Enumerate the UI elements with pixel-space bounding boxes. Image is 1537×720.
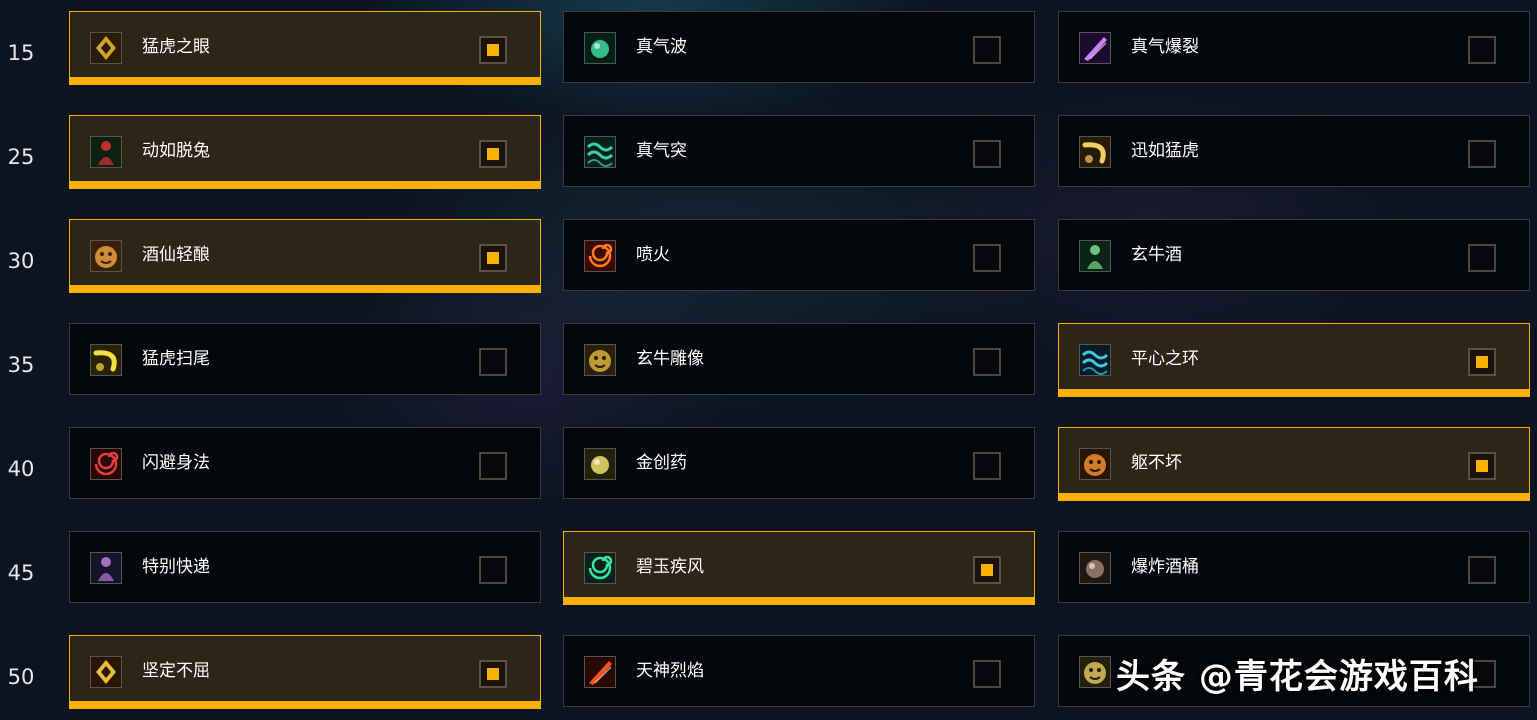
talent-checkbox-checked[interactable]	[973, 556, 1001, 584]
watermark-text: 头条 @青花会游戏百科	[1116, 657, 1479, 697]
talent-option[interactable]: 酒仙轻酿	[69, 219, 541, 293]
talent-checkbox[interactable]	[1468, 244, 1496, 272]
talent-name: 玄牛雕像	[636, 349, 704, 369]
talent-option[interactable]: 真气突	[563, 115, 1035, 187]
talent-name: 真气爆裂	[1131, 37, 1199, 57]
blackout-combo-icon	[1079, 656, 1111, 688]
talent-name: 喷火	[636, 245, 670, 265]
exploding-keg-icon	[1079, 552, 1111, 584]
talent-checkbox-checked[interactable]	[479, 660, 507, 688]
talent-checkbox-checked[interactable]	[479, 36, 507, 64]
talent-option[interactable]: 平心之环	[1058, 323, 1530, 397]
talent-checkbox[interactable]	[1468, 140, 1496, 168]
healing-elixir-icon	[584, 448, 616, 480]
row-level-label: 40	[7, 457, 35, 481]
talent-option[interactable]: 特别快递	[69, 531, 541, 603]
row-level-label: 25	[7, 145, 35, 169]
row-level-label: 45	[7, 561, 35, 585]
talent-name: 金创药	[636, 453, 687, 473]
talent-checkbox[interactable]	[479, 348, 507, 376]
talent-checkbox[interactable]	[973, 348, 1001, 376]
talent-checkbox[interactable]	[973, 140, 1001, 168]
bob-and-weave-icon	[90, 448, 122, 480]
talent-option[interactable]: 猛虎扫尾	[69, 323, 541, 395]
tiger-eye-icon	[90, 32, 122, 64]
talent-row-25: 25 动如脱兔 真气突 迅如猛虎	[0, 115, 1537, 190]
talent-option[interactable]: 玄牛雕像	[563, 323, 1035, 395]
talent-name: 猛虎扫尾	[142, 349, 210, 369]
chi-torpedo-icon	[584, 136, 616, 168]
black-ox-statue-icon	[584, 344, 616, 376]
ring-of-peace-icon	[1079, 344, 1111, 376]
talent-row-30: 30 酒仙轻酿 喷火 玄牛酒	[0, 219, 1537, 294]
talent-checkbox-checked[interactable]	[1468, 348, 1496, 376]
rushing-jade-wind-icon	[584, 552, 616, 584]
talent-name: 玄牛酒	[1131, 245, 1182, 265]
talent-option[interactable]: 碧玉疾风	[563, 531, 1035, 605]
talent-checkbox[interactable]	[1468, 36, 1496, 64]
talent-checkbox[interactable]	[973, 36, 1001, 64]
talent-checkbox[interactable]	[973, 244, 1001, 272]
talent-name: 真气波	[636, 37, 687, 57]
chi-burst-icon	[1079, 32, 1111, 64]
talent-option[interactable]: 天神烈焰	[563, 635, 1035, 707]
dampen-harm-icon	[1079, 448, 1111, 480]
celestial-flames-icon	[584, 656, 616, 688]
talent-option[interactable]: 真气爆裂	[1058, 11, 1530, 83]
row-level-label: 35	[7, 353, 35, 377]
talent-row-45: 45 特别快递 碧玉疾风 爆炸酒桶	[0, 531, 1537, 606]
talent-checkbox-checked[interactable]	[479, 140, 507, 168]
talent-name: 碧玉疾风	[636, 557, 704, 577]
talent-option[interactable]: 动如脱兔	[69, 115, 541, 189]
talent-option[interactable]: 真气波	[563, 11, 1035, 83]
talent-option[interactable]: 猛虎之眼	[69, 11, 541, 85]
talent-option[interactable]: 躯不坏	[1058, 427, 1530, 501]
row-level-label: 50	[7, 665, 35, 689]
talent-option[interactable]: 坚定不屈	[69, 635, 541, 709]
talent-name: 猛虎之眼	[142, 37, 210, 57]
talent-option[interactable]: 迅如猛虎	[1058, 115, 1530, 187]
talent-name: 天神烈焰	[636, 661, 704, 681]
talent-name: 平心之环	[1131, 349, 1199, 369]
talent-checkbox[interactable]	[973, 660, 1001, 688]
chi-wave-icon	[584, 32, 616, 64]
celerity-icon	[90, 136, 122, 168]
talent-checkbox[interactable]	[1468, 556, 1496, 584]
row-level-label: 15	[7, 41, 35, 65]
watermark: 头条 @青花会游戏百科	[1116, 652, 1526, 704]
talent-grid: 15 猛虎之眼 真气波 真气爆裂 25 动如脱兔 真气突 迅如猛虎 30 酒仙轻酿 喷火 玄牛酒 35 猛…	[0, 0, 1537, 720]
tigers-lust-icon	[1079, 136, 1111, 168]
talent-name: 爆炸酒桶	[1131, 557, 1199, 577]
talent-option[interactable]: 金创药	[563, 427, 1035, 499]
talent-row-15: 15 猛虎之眼 真气波 真气爆裂	[0, 11, 1537, 86]
talent-name: 闪避身法	[142, 453, 210, 473]
talent-option[interactable]: 喷火	[563, 219, 1035, 291]
light-brewing-icon	[90, 240, 122, 272]
talent-row-35: 35 猛虎扫尾 玄牛雕像 平心之环	[0, 323, 1537, 398]
talent-option[interactable]: 闪避身法	[69, 427, 541, 499]
spitfire-icon	[584, 240, 616, 272]
talent-option[interactable]: 玄牛酒	[1058, 219, 1530, 291]
talent-name: 动如脱兔	[142, 141, 210, 161]
talent-name: 真气突	[636, 141, 687, 161]
talent-option[interactable]: 爆炸酒桶	[1058, 531, 1530, 603]
row-level-label: 30	[7, 249, 35, 273]
talent-checkbox-checked[interactable]	[1468, 452, 1496, 480]
talent-checkbox[interactable]	[479, 452, 507, 480]
high-tolerance-icon	[90, 656, 122, 688]
talent-name: 躯不坏	[1131, 453, 1182, 473]
talent-name: 酒仙轻酿	[142, 245, 210, 265]
talent-row-40: 40 闪避身法 金创药 躯不坏	[0, 427, 1537, 502]
tiger-tail-sweep-icon	[90, 344, 122, 376]
talent-checkbox[interactable]	[479, 556, 507, 584]
special-delivery-icon	[90, 552, 122, 584]
talent-name: 迅如猛虎	[1131, 141, 1199, 161]
talent-checkbox[interactable]	[973, 452, 1001, 480]
black-ox-brew-icon	[1079, 240, 1111, 272]
talent-checkbox-checked[interactable]	[479, 244, 507, 272]
talent-name: 特别快递	[142, 557, 210, 577]
talent-name: 坚定不屈	[142, 661, 210, 681]
